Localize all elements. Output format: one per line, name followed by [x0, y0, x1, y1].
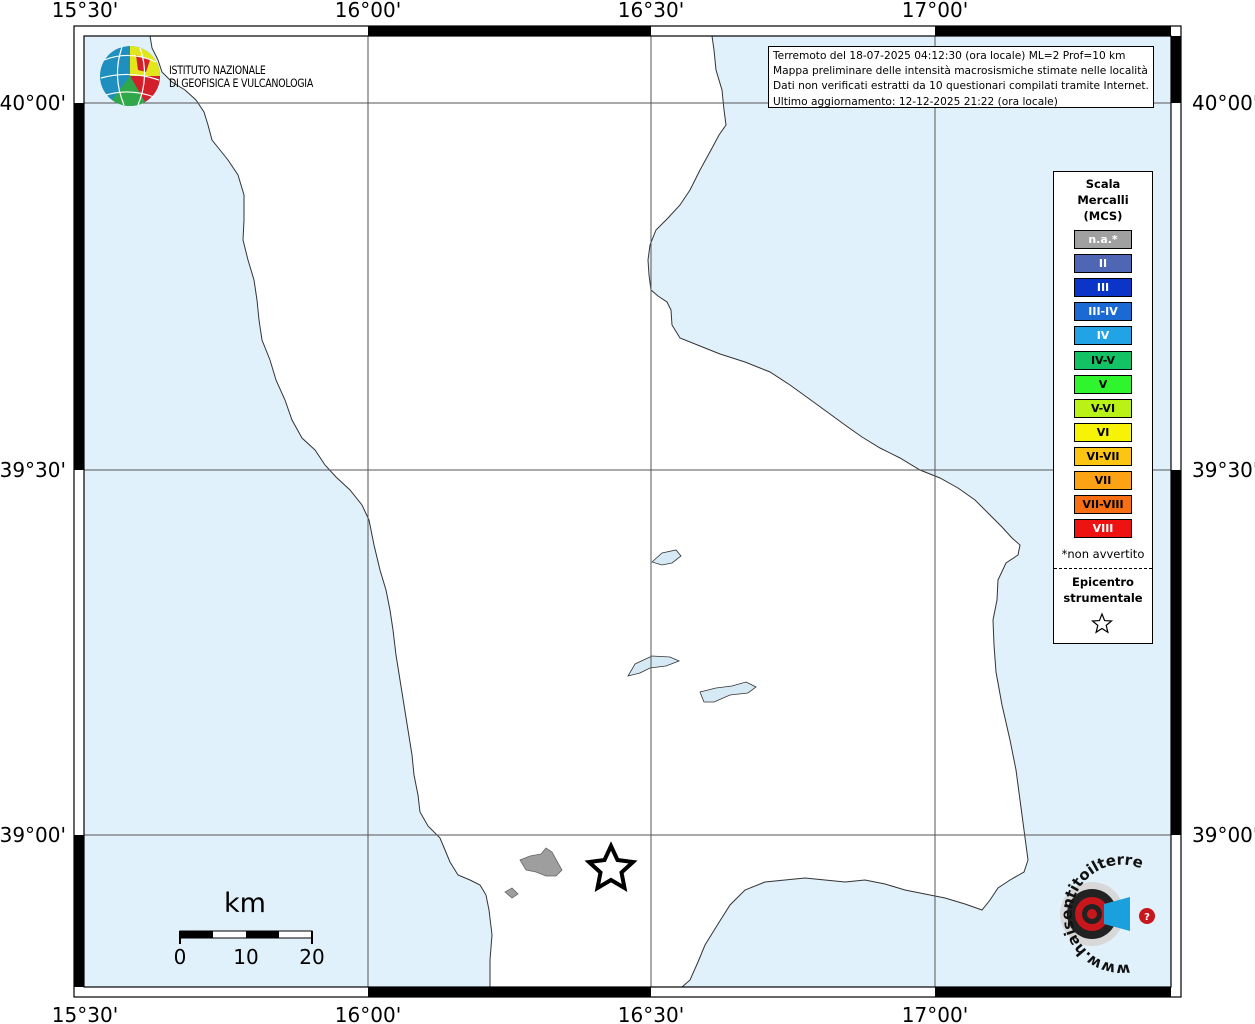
lon-label-bottom-1: 15°30' — [52, 1003, 118, 1024]
legend-swatch: III-IV — [1074, 302, 1132, 322]
scale-tick-0: 0 — [173, 945, 187, 969]
legend-swatch: IV-V — [1074, 350, 1132, 370]
ingv-logo-text: ISTITUTO NAZIONALE DI GEOFISICA E VULCAN… — [169, 64, 313, 90]
scale-title: km — [224, 888, 266, 919]
lat-label-right-2: 39°30' — [1192, 458, 1255, 482]
legend-epi-1: Epicentro — [1072, 575, 1134, 589]
event-info-line-1: Terremoto del 18-07-2025 04:12:30 (ora l… — [773, 50, 1126, 62]
lon-label-top-3: 16°30' — [618, 0, 684, 22]
legend-note: *non avvertito — [1061, 547, 1145, 561]
lat-label-right-1: 40°00' — [1192, 91, 1255, 115]
lat-label-right-3: 39°00' — [1192, 823, 1255, 847]
event-info-line-2: Mappa preliminare delle intensità macros… — [773, 65, 1148, 78]
lon-label-bottom-2: 16°00' — [335, 1003, 401, 1024]
lon-label-top-1: 15°30' — [52, 0, 118, 22]
legend-title-1: Scala — [1085, 177, 1121, 191]
scale-tick-20: 20 — [299, 945, 325, 969]
legend-title-3: (MCS) — [1083, 209, 1123, 223]
legend-title: Scala Mercalli (MCS) — [1054, 176, 1152, 224]
lon-label-top-4: 17°00' — [902, 0, 968, 22]
legend-epi-2: strumentale — [1063, 591, 1143, 605]
legend-swatch: V — [1074, 374, 1132, 394]
legend-swatch: VI — [1074, 422, 1132, 442]
legend-star-icon — [1090, 612, 1114, 634]
lon-label-bottom-3: 16°30' — [618, 1003, 684, 1024]
svg-text:?: ? — [1144, 912, 1150, 923]
legend-title-2: Mercalli — [1077, 193, 1129, 207]
legend-swatch: VI-VII — [1074, 446, 1132, 466]
lon-label-bottom-4: 17°00' — [902, 1003, 968, 1024]
legend-swatch: III — [1074, 278, 1132, 298]
legend-swatch: VIII — [1074, 519, 1132, 539]
legend-swatch: V-VI — [1074, 398, 1132, 418]
lat-label-left-3: 39°00' — [0, 823, 66, 847]
lat-label-left-2: 39°30' — [0, 458, 66, 482]
legend-swatch: IV — [1074, 326, 1132, 346]
legend-divider — [1054, 568, 1152, 569]
legend-swatch: II — [1074, 254, 1132, 274]
legend-swatch: VII-VIII — [1074, 495, 1132, 515]
event-info-line-4: Ultimo aggiornamento: 12-12-2025 21:22 (… — [773, 95, 1058, 108]
mcs-legend: Scala Mercalli (MCS) n.a.* II III III-IV IV I… — [1053, 171, 1153, 644]
lat-label-left-1: 40°00' — [0, 91, 66, 115]
ingv-logo-icon — [100, 46, 161, 107]
scale-tick-10: 10 — [233, 945, 259, 969]
event-info-line-3: Dati non verificati estratti da 10 quest… — [773, 80, 1149, 93]
legend-swatch: n.a.* — [1074, 230, 1132, 249]
event-info-box: Terremoto del 18-07-2025 04:12:30 (ora l… — [768, 46, 1154, 108]
lon-label-top-2: 16°00' — [335, 0, 401, 22]
ingv-line-2: DI GEOFISICA E VULCANOLOGIA — [169, 76, 314, 90]
legend-swatch: VII — [1074, 471, 1132, 490]
legend-epicenter-label: Epicentro strumentale — [1054, 574, 1152, 606]
